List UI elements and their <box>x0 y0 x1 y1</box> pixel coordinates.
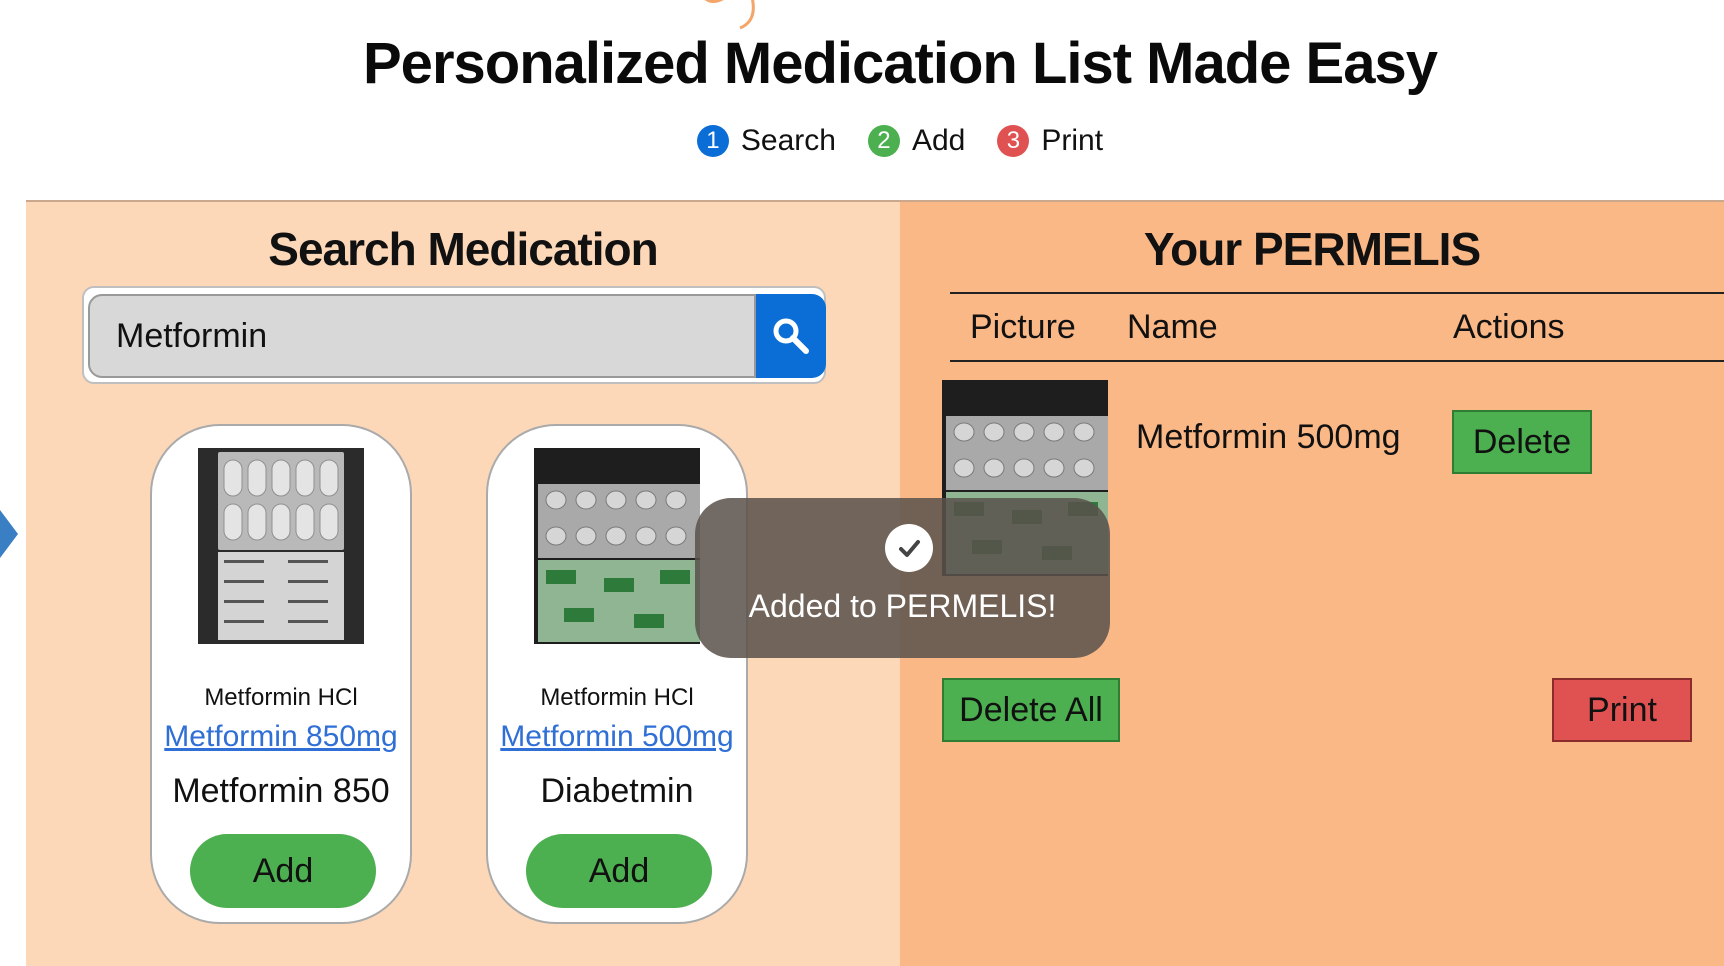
column-header-name: Name <box>1127 308 1218 346</box>
medication-card: Metformin HCl Metformin 850mg Metformin … <box>150 424 412 924</box>
generic-name: Metformin HCl <box>204 684 358 711</box>
table-header-top-line <box>950 292 1724 294</box>
brand-name: Diabetmin <box>540 772 694 810</box>
table-header-bottom-line <box>950 360 1724 362</box>
row-medication-name: Metformin 500mg <box>1136 418 1401 456</box>
search-icon <box>773 318 809 354</box>
search-button[interactable] <box>756 294 826 378</box>
print-button[interactable]: Print <box>1552 678 1692 742</box>
decorative-swirl <box>704 0 755 30</box>
add-button[interactable]: Add <box>190 834 376 908</box>
step-add: 2 Add <box>867 124 966 158</box>
generic-name: Metformin HCl <box>540 684 694 711</box>
medication-card: Metformin HCl Metformin 500mg Diabetmin … <box>486 424 748 924</box>
medication-link[interactable]: Metformin 500mg <box>488 720 746 754</box>
step-number-3: 3 <box>997 125 1030 157</box>
left-arrow-icon <box>0 510 18 558</box>
column-header-actions: Actions <box>1453 308 1565 346</box>
toast-notification: Added to PERMELIS! <box>695 498 1110 658</box>
column-header-picture: Picture <box>970 308 1076 346</box>
step-number-2: 2 <box>867 125 900 157</box>
permelis-title: Your PERMELIS <box>1143 223 1481 275</box>
delete-all-button[interactable]: Delete All <box>942 678 1120 742</box>
delete-button[interactable]: Delete <box>1452 410 1592 474</box>
step-label-print: Print <box>1041 124 1104 157</box>
search-panel-title: Search Medication <box>268 223 658 275</box>
add-button[interactable]: Add <box>526 834 712 908</box>
medication-link[interactable]: Metformin 850mg <box>152 720 410 754</box>
step-label-add: Add <box>911 124 966 157</box>
step-number-1: 1 <box>696 125 729 157</box>
medication-image <box>198 448 364 644</box>
steps-indicator: 1 Search 2 Add 3 Print <box>0 124 1724 158</box>
brand-name: Metformin 850 <box>172 772 390 810</box>
check-icon <box>885 524 933 572</box>
search-input[interactable] <box>88 294 756 378</box>
step-print: 3 Print <box>997 124 1103 158</box>
step-search: 1 Search <box>696 124 836 158</box>
page-title: Personalized Medication List Made Easy <box>363 31 1438 96</box>
step-label-search: Search <box>740 124 836 157</box>
search-bar <box>82 286 826 384</box>
medication-image <box>534 448 700 644</box>
toast-message: Added to PERMELIS! <box>748 588 1057 624</box>
